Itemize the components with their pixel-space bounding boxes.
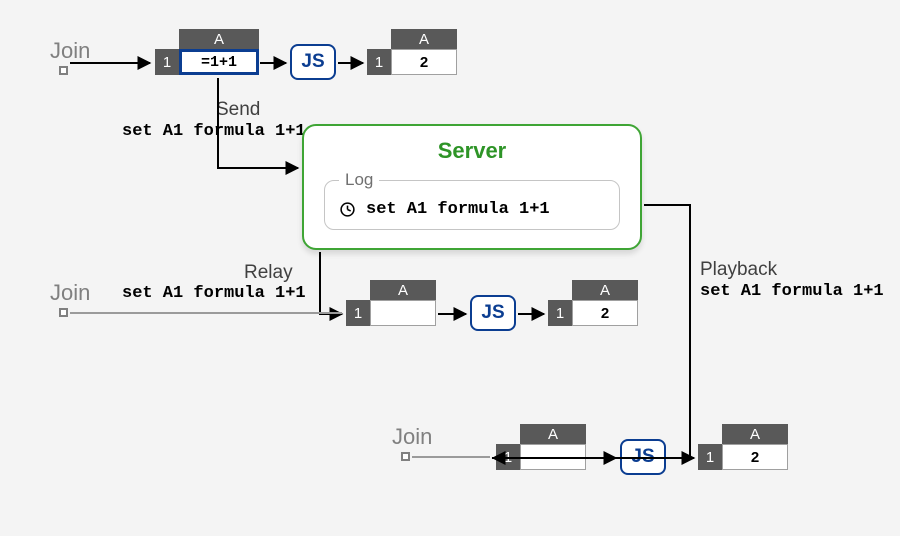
rownum: 1: [346, 300, 370, 326]
log-legend: Log: [339, 170, 379, 190]
cell-formula: =1+1: [179, 49, 259, 75]
rownum: 1: [155, 49, 179, 75]
cell-result: 2: [722, 444, 788, 470]
cell-empty: [520, 444, 586, 470]
log-box: Log set A1 formula 1+1: [324, 170, 620, 230]
join-node-3: [401, 452, 410, 461]
colhead: A: [572, 280, 638, 300]
log-entry: set A1 formula 1+1: [339, 200, 605, 219]
colhead: A: [179, 29, 259, 49]
playback-label: Playback: [700, 259, 777, 281]
relay-code: set A1 formula 1+1: [122, 284, 306, 303]
send-label: Send: [216, 99, 260, 121]
diagram: Join 1 A =1+1 JS 1 A 2 Send set A1 formu…: [0, 0, 900, 536]
sheet-input-3: 1 A: [496, 424, 586, 470]
join-node-2: [59, 308, 68, 317]
colhead: A: [391, 29, 457, 49]
cell-result: 2: [572, 300, 638, 326]
server-box: Server Log set A1 formula 1+1: [302, 124, 642, 250]
server-title: Server: [322, 138, 622, 164]
playback-code: set A1 formula 1+1: [700, 282, 884, 301]
sheet-result-2: 1 A 2: [548, 280, 638, 326]
send-code: set A1 formula 1+1: [122, 122, 306, 141]
clock-icon: [339, 201, 356, 218]
join-label-2: Join: [50, 280, 90, 306]
js-box-3: JS: [620, 439, 666, 475]
sheet-result-3: 1 A 2: [698, 424, 788, 470]
rownum: 1: [548, 300, 572, 326]
rownum: 1: [698, 444, 722, 470]
relay-label: Relay: [244, 262, 293, 284]
sheet-result-1: 1 A 2: [367, 29, 457, 75]
cell-empty: [370, 300, 436, 326]
colhead: A: [520, 424, 586, 444]
rownum: 1: [496, 444, 520, 470]
sheet-input-2: 1 A: [346, 280, 436, 326]
colhead: A: [370, 280, 436, 300]
cell-result: 2: [391, 49, 457, 75]
sheet-input-1: 1 A =1+1: [155, 29, 259, 75]
colhead: A: [722, 424, 788, 444]
join-label-1: Join: [50, 38, 90, 64]
js-box-2: JS: [470, 295, 516, 331]
join-label-3: Join: [392, 424, 432, 450]
js-box-1: JS: [290, 44, 336, 80]
join-node-1: [59, 66, 68, 75]
log-text: set A1 formula 1+1: [366, 200, 550, 219]
rownum: 1: [367, 49, 391, 75]
